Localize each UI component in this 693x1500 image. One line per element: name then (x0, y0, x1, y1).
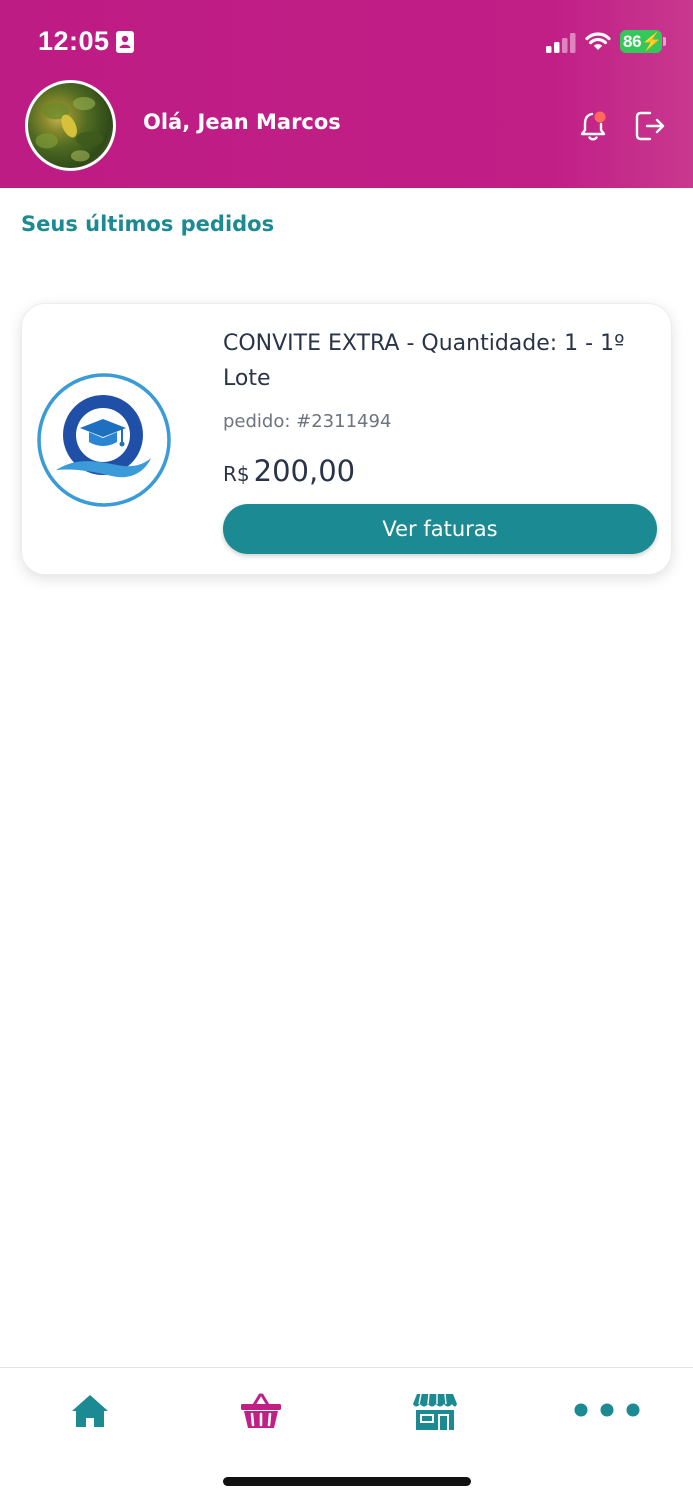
notification-dot (594, 111, 606, 123)
avatar[interactable] (25, 80, 116, 171)
greeting-text: Olá, Jean Marcos (143, 110, 341, 134)
basket-icon (241, 1393, 281, 1428)
view-invoices-button[interactable]: Ver faturas (223, 504, 657, 554)
order-number: pedido: #2311494 (223, 411, 392, 432)
wifi-icon (585, 32, 611, 50)
avatar-photo (35, 97, 104, 162)
home-icon (72, 1395, 108, 1427)
battery-level: 86 (623, 32, 642, 51)
charging-bolt-icon: ⚡ (641, 32, 663, 51)
nav-home[interactable] (65, 1392, 115, 1432)
order-title: CONVITE EXTRA - Quantidade: 1 - 1º Lote (223, 331, 625, 391)
nav-basket[interactable] (236, 1392, 286, 1432)
signal-icon (546, 33, 576, 53)
section-title: Seus últimos pedidos (21, 212, 275, 236)
more-icon (574, 1403, 640, 1417)
price-currency: R$ (223, 462, 250, 486)
status-time: 12:05 (38, 26, 110, 56)
id-card-icon (116, 31, 134, 53)
home-indicator (223, 1477, 471, 1486)
nav-store[interactable] (410, 1392, 460, 1432)
order-card: CONVITE EXTRA - Quantidade: 1 - 1º Lote … (21, 303, 672, 575)
order-price: R$ 200,00 (223, 454, 355, 488)
battery-nub (663, 37, 666, 46)
app-header: 12:05 86⚡ Olá, Jean Marcos (0, 0, 693, 188)
store-icon (413, 1393, 457, 1430)
graduation-cap-logo-icon (37, 373, 171, 507)
status-bar: 12:05 86⚡ (0, 0, 693, 84)
logout-icon[interactable] (633, 109, 667, 143)
nav-more[interactable] (572, 1392, 642, 1432)
bell-icon[interactable] (577, 109, 611, 143)
battery-indicator: 86⚡ (620, 30, 662, 53)
price-amount: 200,00 (253, 454, 356, 488)
